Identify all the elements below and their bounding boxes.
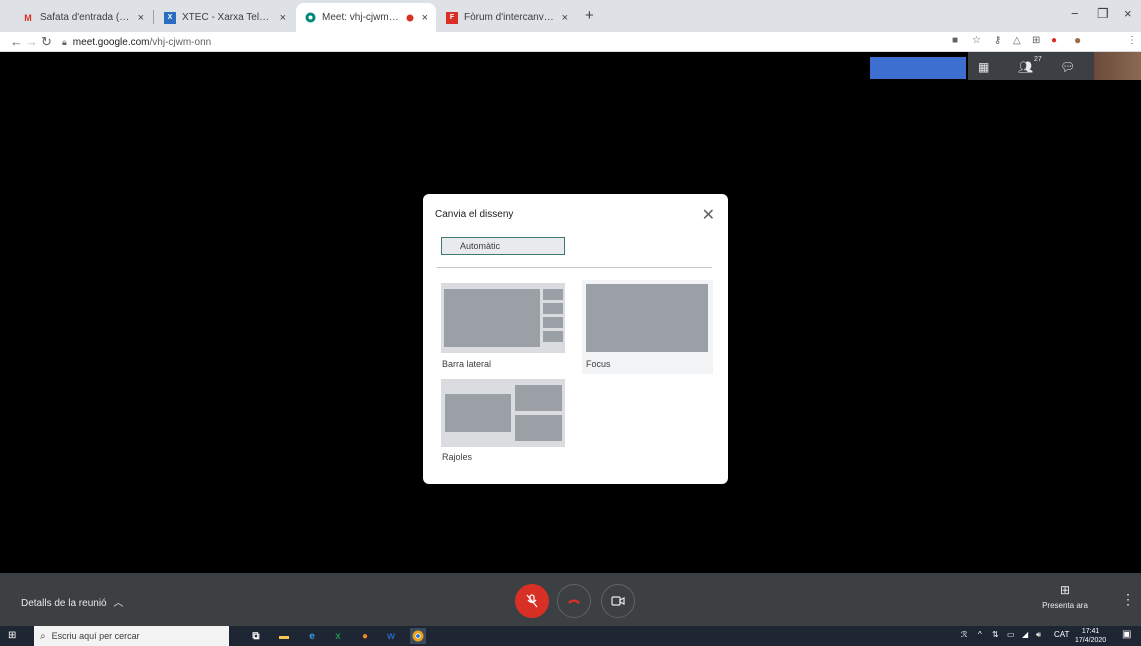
present-label: Presenta ara — [1042, 601, 1088, 610]
details-label: Detalls de la reunió — [21, 598, 107, 609]
chevron-up-icon: ︿ — [113, 598, 124, 609]
dialog-title: Canvia el disseny — [435, 209, 514, 220]
language-indicator[interactable]: CAT — [1054, 630, 1069, 639]
layout-option-label: Focus — [586, 359, 611, 369]
mic-off-button[interactable] — [515, 584, 549, 618]
clock-date: 17/4/2020 — [1075, 637, 1107, 644]
people-tray-icon[interactable]: ℛ — [961, 630, 967, 639]
layout-option-label: Barra lateral — [442, 359, 492, 369]
more-options-icon[interactable]: ⋮ — [1121, 591, 1135, 608]
tab-meet[interactable]: Meet: vhj-cjwm-onn × — [296, 3, 436, 32]
sidebar-layout-thumbnail — [441, 283, 565, 353]
search-icon: ⌕ — [40, 630, 46, 642]
forward-icon[interactable]: → — [25, 34, 38, 49]
gmail-icon: M — [24, 12, 32, 23]
search-placeholder: Escriu aquí per cercar — [51, 631, 140, 641]
tab-title: XTEC - Xarxa Telemàtica Educativ — [182, 12, 274, 23]
task-view-icon[interactable]: ⧉ — [248, 628, 264, 644]
chat-icon[interactable]: 💬︎ — [1060, 60, 1075, 74]
layout-grid-icon[interactable]: ▦ — [978, 60, 989, 74]
present-now-button[interactable]: ⊞ Presenta ara — [1037, 583, 1093, 610]
camera-icon — [611, 596, 625, 606]
meeting-stage: ▦ 👥︎ 27 💬︎ Canvia el disseny ✕ Automàtic… — [0, 52, 1141, 573]
windows-taskbar: ⊞ ⌕ Escriu aquí per cercar ⧉ ▬ e x ● w ℛ… — [0, 626, 1141, 646]
notifications-icon[interactable]: ▣ — [1122, 629, 1131, 640]
close-icon[interactable]: × — [562, 12, 568, 24]
xtec-icon: X — [164, 11, 176, 24]
tab-separator — [153, 10, 154, 24]
reload-icon[interactable]: ↻ — [41, 34, 52, 50]
url-field[interactable]: 🔒︎ meet.google.com/vhj-cjwm-onn — [62, 34, 211, 50]
new-tab-icon[interactable]: + — [585, 7, 594, 24]
hang-up-icon — [568, 599, 580, 604]
wifi-icon[interactable]: ◢ — [1022, 630, 1028, 639]
layout-auto-option[interactable]: Automàtic — [441, 237, 565, 255]
url-host: meet.google.com — [72, 36, 150, 48]
chevron-up-icon[interactable]: ^ — [978, 630, 982, 639]
forum-icon: F — [446, 11, 458, 24]
people-icon[interactable]: 👥︎ — [1018, 60, 1033, 74]
hang-up-button[interactable] — [557, 584, 591, 618]
window-close-icon[interactable]: × — [1124, 6, 1132, 21]
firefox-icon[interactable]: ● — [357, 628, 373, 644]
profile-avatar[interactable]: ● — [1074, 33, 1081, 47]
battery-icon[interactable]: ▭ — [1007, 630, 1015, 639]
tiles-layout-thumbnail — [441, 379, 565, 447]
dialog-divider — [437, 267, 712, 268]
browser-tab-strip: M Safata d'entrada (29) - rgrasells@ × X… — [0, 0, 1141, 32]
lock-icon: 🔒︎ — [62, 36, 67, 47]
recording-icon — [404, 12, 416, 24]
excel-icon[interactable]: x — [330, 628, 346, 644]
close-icon[interactable]: × — [138, 12, 144, 24]
address-bar: ← → ↻ 🔒︎ meet.google.com/vhj-cjwm-onn ■ … — [0, 32, 1141, 52]
close-icon[interactable]: × — [422, 12, 428, 24]
edge-icon[interactable]: e — [304, 628, 320, 644]
star-icon[interactable]: ☆ — [972, 35, 981, 46]
tab-title: Safata d'entrada (29) - rgrasells@ — [40, 12, 132, 23]
layout-focus-option[interactable]: Focus — [582, 280, 713, 374]
mic-off-icon — [526, 594, 538, 608]
meet-icon — [304, 12, 316, 24]
volume-icon[interactable]: 🔊︎ — [1036, 630, 1041, 640]
drive-ext-icon[interactable]: △ — [1013, 35, 1021, 46]
clock-time: 17:41 — [1081, 628, 1100, 635]
tab-gmail[interactable]: M Safata d'entrada (29) - rgrasells@ × — [14, 3, 152, 32]
key-ext-icon[interactable]: ⚷ — [994, 35, 1001, 46]
layout-sidebar-option[interactable]: Barra lateral — [441, 283, 565, 373]
tab-title: Fòrum d'intercanvi de la Unitat D — [464, 12, 556, 23]
taskbar-clock[interactable]: 17:41 17/4/2020 — [1075, 627, 1106, 645]
file-explorer-icon[interactable]: ▬ — [276, 628, 292, 644]
meeting-control-bar: Detalls de la reunió ︿ ⊞ Presenta ara ⋮ — [0, 573, 1141, 626]
tab-xtec[interactable]: X XTEC - Xarxa Telemàtica Educativ × — [156, 3, 294, 32]
word-icon[interactable]: w — [383, 628, 399, 644]
layout-option-label: Rajoles — [442, 452, 473, 462]
change-layout-dialog: Canvia el disseny ✕ Automàtic Barra late… — [423, 194, 728, 484]
tab-forum[interactable]: F Fòrum d'intercanvi de la Unitat D × — [438, 3, 576, 32]
camera-ext-icon[interactable]: ■ — [952, 35, 958, 46]
taskbar-search-field[interactable]: ⌕ Escriu aquí per cercar — [34, 626, 229, 646]
minimize-icon[interactable]: − — [1071, 6, 1079, 21]
participant-name-highlight — [870, 57, 966, 79]
top-right-controls: ▦ 👥︎ 27 💬︎ — [968, 52, 1094, 80]
participant-count: 27 — [1034, 56, 1042, 63]
layout-tiles-option[interactable]: Rajoles — [441, 379, 565, 469]
url-path: /vhj-cjwm-onn — [149, 36, 212, 48]
grid-ext-icon[interactable]: ⊞ — [1032, 35, 1040, 46]
windows-start-icon[interactable]: ⊞ — [8, 630, 16, 641]
close-icon[interactable]: ✕ — [702, 205, 715, 225]
self-video-thumbnail[interactable] — [1094, 52, 1141, 80]
extension-icon[interactable]: ● — [1051, 35, 1057, 46]
tab-title: Meet: vhj-cjwm-onn — [322, 12, 400, 23]
camera-button[interactable] — [601, 584, 635, 618]
meeting-details-button[interactable]: Detalls de la reunió ︿ — [21, 594, 123, 609]
network-icon[interactable]: ⇅ — [992, 630, 999, 639]
chrome-icon[interactable] — [410, 628, 426, 644]
maximize-icon[interactable]: ❐ — [1097, 6, 1109, 22]
close-icon[interactable]: × — [280, 12, 286, 24]
menu-icon[interactable]: ⋮ — [1127, 35, 1137, 46]
back-icon[interactable]: ← — [10, 34, 23, 49]
present-screen-icon: ⊞ — [1059, 583, 1071, 597]
